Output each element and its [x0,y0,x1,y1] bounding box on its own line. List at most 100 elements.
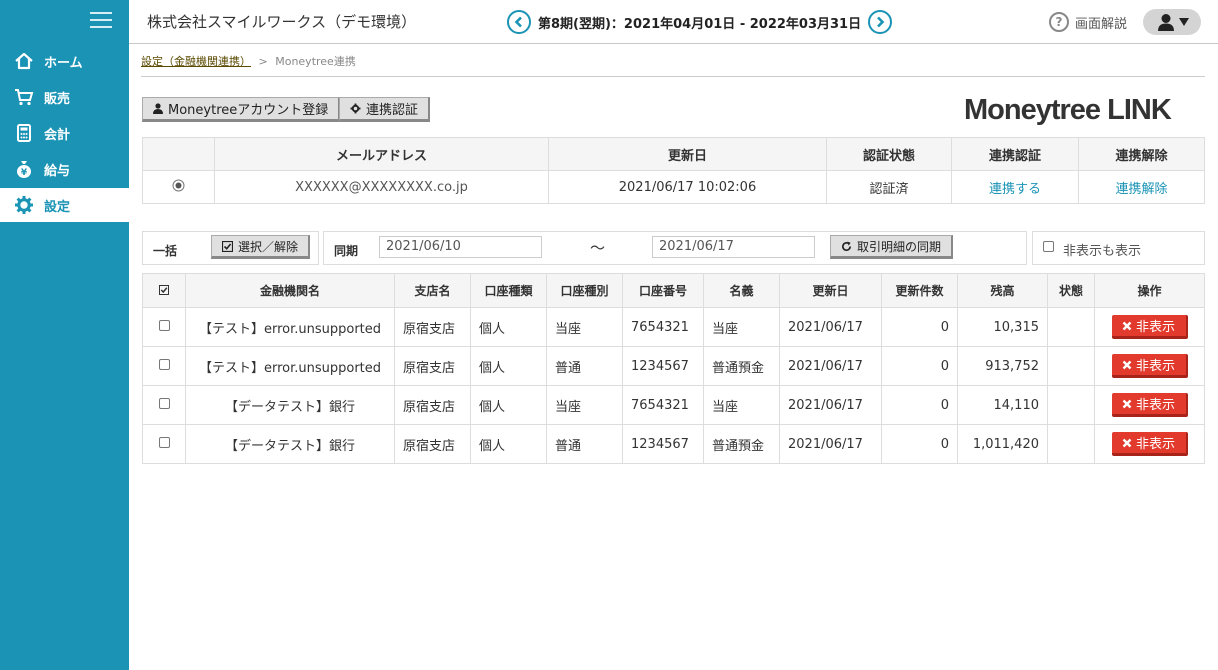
button-label: 非表示 [1135,437,1175,452]
row-checkbox[interactable] [158,358,170,370]
bank-name: 【テスト】error.unsupported [185,307,395,347]
update-count: 0 [881,307,958,347]
button-label: 選択／解除 [238,239,299,254]
table-header-bank: 金融機関名 [185,273,395,308]
hide-account-button[interactable]: 非表示 [1111,315,1188,339]
account-state [1047,307,1095,347]
breadcrumb-separator: > [258,55,268,68]
hide-account-button[interactable]: 非表示 [1111,432,1188,456]
account-number: 1234567 [622,346,704,386]
account-kind: 個人 [470,424,547,464]
button-label: 連携認証 [366,103,419,118]
update-count: 0 [881,385,958,425]
show-hidden-label: 非表示も表示 [1063,244,1142,259]
sidebar-item-home[interactable]: ホーム [0,44,129,78]
branch-name: 原宿支店 [394,346,471,386]
table-header-select [142,137,215,171]
button-label: 取引明細の同期 [857,239,942,254]
user-menu-button[interactable] [1143,9,1201,35]
bulk-label: 一括 [153,244,178,258]
row-checkbox[interactable] [158,436,170,448]
sidebar-item-accounting[interactable]: 会計 [0,116,129,150]
row-checkbox[interactable] [158,319,170,331]
link-account-link[interactable]: 連携する [989,182,1041,197]
sidebar-item-sales[interactable]: 販売 [0,80,129,114]
divider [141,76,1205,77]
account-kind: 個人 [470,385,547,425]
home-icon [14,51,34,71]
table-header-branch: 支店名 [394,273,471,308]
table-header-state: 状態 [1047,273,1095,308]
table-header-account-kind: 口座種類 [470,273,547,308]
account-type: 当座 [546,385,623,425]
table-row: 【テスト】error.unsupported 原宿支店 個人 当座 765432… [142,307,1205,347]
bank-name: 【データテスト】銀行 [185,424,395,464]
update-count: 0 [881,346,958,386]
hamburger-menu-icon[interactable] [90,12,112,30]
check-square-icon[interactable] [158,284,170,295]
auth-link-button[interactable]: 連携認証 [339,97,431,122]
help-label: 画面解説 [1075,16,1128,32]
previous-period-button[interactable] [507,10,531,34]
sync-date-to-input[interactable]: 2021/06/17 [652,236,815,258]
table-row: 【データテスト】銀行 原宿支店 個人 普通 1234567 普通預金 2021/… [142,424,1205,464]
period-selector: 第8期(翌期)：2021年04月01日 - 2022年03月31日 [507,10,893,34]
breadcrumb: 設定（金融機関連携） > Moneytree連携 [141,53,356,69]
date-range-tilde: 〜 [590,239,606,257]
breadcrumb-parent-link[interactable]: 設定（金融機関連携） [141,55,251,68]
hide-account-button[interactable]: 非表示 [1111,354,1188,378]
account-updated: 2021/06/17 [779,424,882,464]
account-holder: 当座 [703,385,780,425]
chevron-left-icon [514,16,522,28]
unlink-account-link[interactable]: 連携解除 [1115,182,1167,197]
row-checkbox[interactable] [158,397,170,409]
table-row: 【テスト】error.unsupported 原宿支店 個人 普通 123456… [142,346,1205,386]
sync-date-from-input[interactable]: 2021/06/10 [379,236,542,258]
breadcrumb-current: Moneytree連携 [275,55,356,68]
svg-text:¥: ¥ [21,168,28,178]
table-header-updated: 更新日 [548,137,827,171]
moneytree-link-logo: Moneytree LINK [964,94,1172,126]
account-auth-status: 認証済 [826,170,952,204]
sync-transactions-button[interactable]: 取引明細の同期 [830,235,954,259]
check-square-icon [222,240,233,252]
bank-name: 【テスト】error.unsupported [185,346,395,386]
table-header-link: 連携認証 [951,137,1079,171]
account-balance: 10,315 [957,307,1048,347]
help-button[interactable]: ? 画面解説 [1049,12,1127,32]
account-balance: 1,011,420 [957,424,1048,464]
sidebar-item-payroll[interactable]: ¥ 給与 [0,152,129,186]
table-header-holder: 名義 [703,273,780,308]
sidebar-item-label: 給与 [44,163,71,179]
button-label: 非表示 [1135,320,1175,335]
account-state [1047,424,1095,464]
refresh-icon [841,240,852,252]
account-radio[interactable] [172,179,185,192]
show-hidden-checkbox[interactable] [1043,241,1054,252]
moneytree-account-register-button[interactable]: Moneytreeアカウント登録 [142,97,341,122]
bank-name: 【データテスト】銀行 [185,385,395,425]
sidebar-item-label: 設定 [44,199,71,215]
account-radio-cell [142,170,215,204]
account-number: 7654321 [622,385,704,425]
account-state [1047,385,1095,425]
account-number: 1234567 [622,424,704,464]
table-header-email: メールアドレス [214,137,549,171]
sidebar-item-settings[interactable]: 設定 [0,188,129,222]
account-type: 普通 [546,424,623,464]
table-header-actions: 操作 [1094,273,1205,308]
filter-bar: 一括 選択／解除 同期 2021/06/10 〜 2021/06/17 取引明細… [142,231,1205,265]
question-icon: ? [1049,12,1069,32]
account-balance: 14,110 [957,385,1048,425]
select-toggle-button[interactable]: 選択／解除 [211,235,311,259]
account-number: 7654321 [622,307,704,347]
moneybag-icon: ¥ [14,159,34,179]
calculator-icon [14,123,34,143]
branch-name: 原宿支店 [394,385,471,425]
hide-account-button[interactable]: 非表示 [1111,393,1188,417]
next-period-button[interactable] [868,10,893,34]
branch-name: 原宿支店 [394,424,471,464]
update-count: 0 [881,424,958,464]
chevron-right-icon [877,16,885,28]
top-header: 株式会社スマイルワークス（デモ環境） 第8期(翌期)：2021年04月01日 -… [129,0,1218,44]
